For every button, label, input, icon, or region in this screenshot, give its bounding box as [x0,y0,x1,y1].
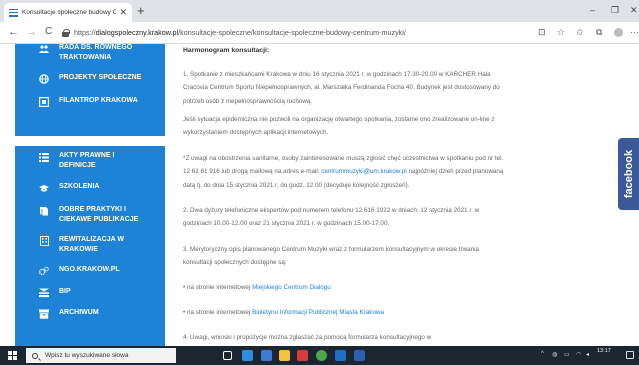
task-view-icon[interactable] [223,351,232,360]
forward-button[interactable]: → [26,25,37,39]
mail-icon[interactable] [261,350,272,361]
email-link[interactable]: centrummuzyki@um.krakow.pl [321,168,406,175]
word-icon[interactable] [354,350,365,361]
bip-link[interactable]: Biuletynu Informacji Publicznej Miasta K… [252,309,384,316]
windows-start-icon[interactable] [8,351,17,360]
file-explorer-icon[interactable] [279,350,290,361]
taskbar-clock[interactable]: 13:17 [597,348,611,355]
profile-icon[interactable] [614,28,623,37]
site-favicon-icon [9,8,18,17]
chrome-icon[interactable] [316,350,327,361]
taskbar: Wpisz tu wyszukiwane słowa ^ ◍ ▭ ◠ ◂ 13:… [0,346,639,365]
reload-button[interactable]: C [45,25,52,39]
wifi-icon[interactable]: ◠ [576,351,581,358]
people-icon [39,44,49,54]
url-scheme: https:// [74,28,96,37]
close-window-button[interactable]: ✕ [630,5,638,16]
browser-tab[interactable]: Konsultacje społeczne budowy C ✕ [4,3,132,22]
book-icon [39,206,49,216]
sidebar-item-label: SZKOLENIA [59,183,100,190]
back-button[interactable]: ← [8,25,19,39]
sidebar-menu: RADA DS. ROWNEGO TRAKTOWANIA PROJEKTY SP… [15,44,165,346]
paragraph-description: 3. Merytoryczny opis planowanego Centrum… [183,246,480,267]
paragraph-registration: *Z uwagi na obostrzenia sanitarne, osoby… [183,152,508,192]
sidebar-item-szkolenia[interactable]: SZKOLENIA [39,182,99,193]
sidebar-item-label: REWITALIZACJA W KRAKOWIE [59,236,124,253]
outlook-icon[interactable] [335,350,346,361]
sidebar-item-label: BIP [59,288,71,295]
more-icon[interactable]: ··· [630,27,639,37]
browser-tab-strip: Konsultacje społeczne budowy C ✕ + – ❐ ✕ [0,0,639,22]
list-item: • na stronie internetowej Miejskiego Cen… [183,281,508,294]
facebook-tab[interactable]: facebook [618,138,639,210]
sidebar-item-rada[interactable]: RADA DS. ROWNEGO TRAKTOWANIA [39,43,159,62]
card-icon [39,97,49,107]
sidebar-item-projekty[interactable]: PROJEKTY SPOŁECZNE [39,73,141,84]
notifications-icon[interactable] [626,351,634,359]
collections-icon[interactable]: ⧉ [596,27,602,38]
mcd-link[interactable]: Miejskiego Centrum Dialogu [252,284,331,291]
url-path: /konsultacje-spoleczne/konsultacje-spole… [178,28,406,37]
sidebar-item-bip[interactable]: BIP [39,287,71,298]
list-item-text: • na stronie internetowej [183,284,253,291]
list-item: • na stronie internetowej Biuletynu Info… [183,306,508,319]
minimize-button[interactable]: – [590,5,595,15]
search-icon [32,352,38,359]
lock-icon [62,28,70,37]
list-item-text: • na stronie internetowej [183,309,253,316]
gears-icon [39,266,49,276]
paragraph-meeting: 1. Spotkanie z mieszkańcami Krakowa w dn… [183,71,500,105]
address-bar-row: ← → C https://dialogspoleczny.krakow.pl /… [0,22,639,44]
sidebar-item-label: NGO.KRAKOW.PL [59,266,120,273]
url-field[interactable]: https://dialogspoleczny.krakow.pl/konsul… [62,25,532,40]
sidebar-separator [15,136,165,146]
volume-icon[interactable]: ◂ [586,351,589,358]
new-tab-button[interactable]: + [137,4,145,18]
sidebar-item-label: DOBRE PRAKTYKI I CIEKAWE PUBLIKACJE [59,206,139,223]
sidebar-item-archiwum[interactable]: ARCHIWUM [39,308,99,319]
tab-title: Konsultacje społeczne budowy C [22,9,117,16]
restore-button[interactable]: ❐ [611,5,619,16]
sidebar-item-label: FILANTROP KRAKOWA [59,97,138,104]
reader-icon[interactable]: ⊡ [538,27,546,38]
graduation-cap-icon [39,183,49,193]
edge-icon[interactable] [242,350,253,361]
search-placeholder: Wpisz tu wyszukiwane słowa [45,352,129,359]
sidebar-item-label: ARCHIWUM [59,309,99,316]
globe-icon [39,74,49,84]
battery-icon[interactable]: ▭ [564,351,570,358]
tray-chevron-icon[interactable]: ^ [541,351,544,357]
favorites-list-icon[interactable]: ✩ [576,27,584,38]
sidebar-item-rewitalizacja[interactable]: REWITALIZACJA W KRAKOWIE [39,235,149,254]
list-icon [39,152,49,162]
sidebar-item-akty[interactable]: AKTY PRAWNE I DEFINICJE [39,151,149,170]
schedule-heading: Harmonogram konsultacji: [183,47,270,54]
sidebar-item-label: PROJEKTY SPOŁECZNE [59,74,142,81]
sidebar-item-dobre-praktyki[interactable]: DOBRE PRAKTYKI I CIEKAWE PUBLIKACJE [39,205,159,224]
sidebar-item-ngo[interactable]: NGO.KRAKOW.PL [39,265,120,276]
network-icon[interactable]: ◍ [552,351,557,358]
facebook-label: facebook [622,149,635,199]
sidebar-item-label: AKTY PRAWNE I DEFINICJE [59,152,115,169]
store-icon[interactable] [297,350,308,361]
taskbar-search-input[interactable]: Wpisz tu wyszukiwane słowa [26,348,176,363]
paragraph-comments: 4. Uwagi, wnioski i propozycje można zgł… [183,334,432,341]
favorite-icon[interactable]: ☆ [557,27,565,38]
tab-close-icon[interactable]: ✕ [119,7,127,18]
url-host: dialogspoleczny.krakow.pl [95,28,179,37]
building-icon [39,236,49,246]
paragraph-epidemic: Jeśli sytuacja epidemiczna nie pozwoli n… [183,116,495,137]
sidebar-item-filantrop[interactable]: FILANTROP KRAKOWA [39,96,138,107]
bip-icon [39,288,49,298]
archive-icon [39,309,49,319]
paragraph-phone-duty: 2. Dwa dyżury telefoniczne ekspertów pod… [183,207,480,228]
sidebar-item-label: RADA DS. ROWNEGO TRAKTOWANIA [59,44,133,61]
